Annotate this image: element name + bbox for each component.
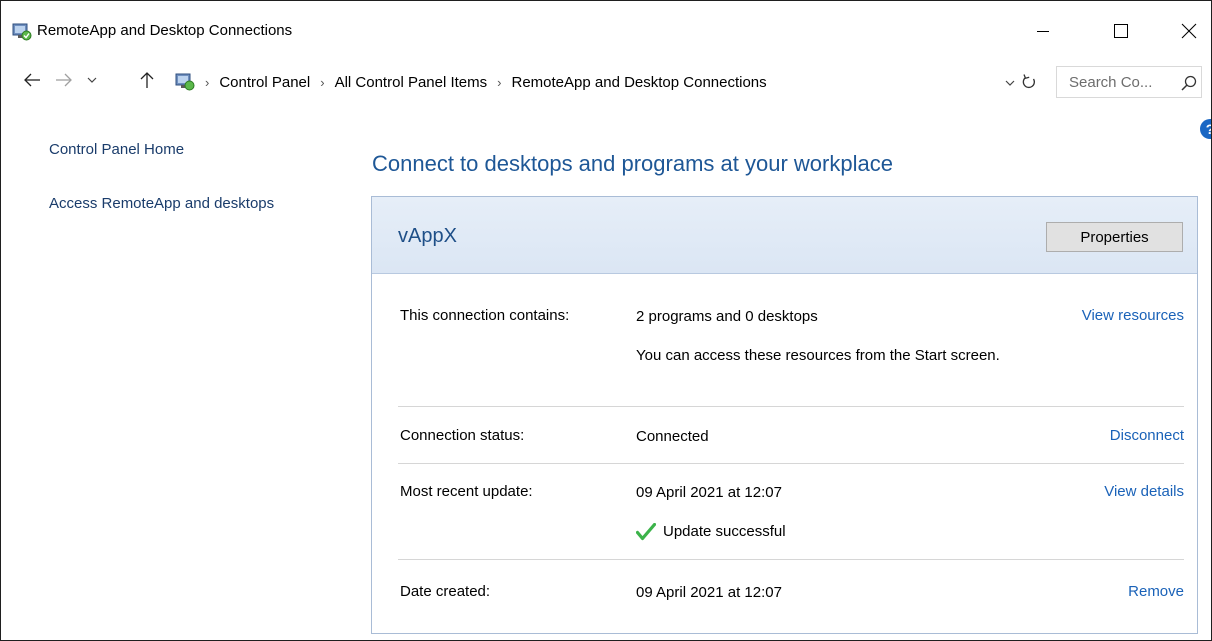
breadcrumb-control-panel[interactable]: Control Panel xyxy=(219,74,310,91)
address-bar[interactable]: › Control Panel › All Control Panel Item… xyxy=(167,65,1047,99)
update-status: Update successful xyxy=(636,521,786,542)
minimize-icon xyxy=(1037,31,1049,32)
update-label: Most recent update: xyxy=(400,483,533,500)
breadcrumb: › Control Panel › All Control Panel Item… xyxy=(167,65,767,99)
forward-button[interactable] xyxy=(51,65,77,95)
status-label: Connection status: xyxy=(400,427,525,444)
up-arrow-icon xyxy=(140,72,154,88)
back-arrow-icon xyxy=(24,73,40,87)
created-value: 09 April 2021 at 12:07 xyxy=(636,584,782,601)
breadcrumb-separator: › xyxy=(320,74,325,90)
properties-button[interactable]: Properties xyxy=(1046,222,1183,252)
created-label: Date created: xyxy=(400,583,491,600)
breadcrumb-separator: › xyxy=(205,74,210,90)
remoteapp-icon xyxy=(12,23,32,41)
maximize-icon xyxy=(1114,24,1128,38)
sidebar-item-access-remoteapp[interactable]: Access RemoteApp and desktops xyxy=(49,194,279,213)
up-button[interactable] xyxy=(135,65,159,95)
update-value: 09 April 2021 at 12:07 xyxy=(636,484,782,501)
refresh-button[interactable] xyxy=(1021,73,1037,96)
close-button[interactable] xyxy=(1167,11,1211,51)
disconnect-link[interactable]: Disconnect xyxy=(1110,427,1184,444)
title-bar: RemoteApp and Desktop Connections xyxy=(1,1,1211,57)
window: RemoteApp and Desktop Connections › Cont… xyxy=(0,0,1212,641)
contents-note: You can access these resources from the … xyxy=(636,347,1000,364)
connection-panel: vAppX Properties This connection contain… xyxy=(371,196,1198,634)
sidebar-item-control-panel-home[interactable]: Control Panel Home xyxy=(49,140,184,159)
status-value: Connected xyxy=(636,428,709,445)
search-input[interactable]: Search Co... xyxy=(1056,66,1202,98)
remove-link[interactable]: Remove xyxy=(1128,583,1184,600)
row-divider xyxy=(398,559,1184,560)
minimize-button[interactable] xyxy=(1021,11,1065,51)
connection-header: vAppX Properties xyxy=(372,197,1197,274)
view-details-link[interactable]: View details xyxy=(1104,483,1184,500)
breadcrumb-separator: › xyxy=(497,74,502,90)
close-icon xyxy=(1181,23,1197,39)
maximize-button[interactable] xyxy=(1099,11,1143,51)
chevron-down-icon xyxy=(87,77,97,83)
search-placeholder: Search Co... xyxy=(1069,74,1153,91)
checkmark-icon xyxy=(636,523,656,541)
update-status-text: Update successful xyxy=(663,523,786,540)
window-title: RemoteApp and Desktop Connections xyxy=(37,22,293,39)
breadcrumb-remoteapp[interactable]: RemoteApp and Desktop Connections xyxy=(512,74,767,91)
view-resources-link[interactable]: View resources xyxy=(1082,307,1184,324)
page-title: Connect to desktops and programs at your… xyxy=(372,151,893,176)
chevron-down-icon xyxy=(1005,80,1015,86)
row-divider xyxy=(398,463,1184,464)
help-icon[interactable]: ? xyxy=(1200,119,1211,139)
row-divider xyxy=(398,406,1184,407)
recent-locations-button[interactable] xyxy=(81,65,103,95)
back-button[interactable] xyxy=(19,65,45,95)
forward-arrow-icon xyxy=(56,73,72,87)
address-dropdown-button[interactable] xyxy=(1005,74,1015,92)
remoteapp-icon xyxy=(175,73,195,91)
contents-value: 2 programs and 0 desktops xyxy=(636,308,818,325)
contents-label: This connection contains: xyxy=(400,307,570,324)
refresh-icon xyxy=(1022,74,1035,89)
search-icon[interactable] xyxy=(1181,75,1197,91)
connection-name: vAppX xyxy=(398,225,457,247)
breadcrumb-all-items[interactable]: All Control Panel Items xyxy=(335,74,488,91)
